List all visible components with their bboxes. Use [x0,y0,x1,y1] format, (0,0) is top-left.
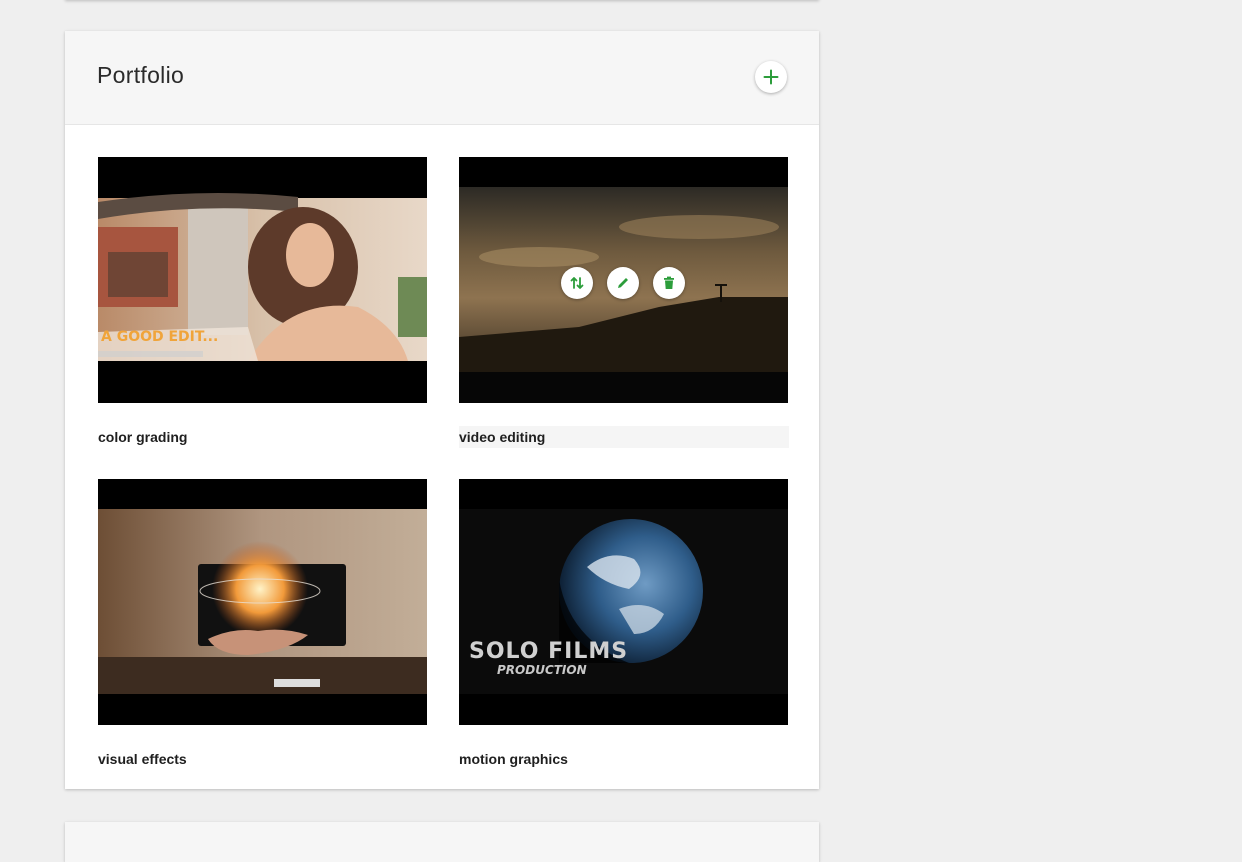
thumbnail-video-editing[interactable] [459,157,788,403]
portfolio-item-color-grading[interactable]: A GOOD EDIT... color grading [98,157,428,445]
reorder-icon [570,277,584,289]
item-caption: visual effects [98,751,187,767]
portfolio-title: Portfolio [97,62,185,88]
thumbnail-motion-graphics[interactable]: SOLO FILMS PRODUCTION [459,479,788,725]
plus-icon [763,69,779,85]
delete-icon [664,276,674,289]
thumbnail-color-grading[interactable]: A GOOD EDIT... [98,157,427,403]
portfolio-item-motion-graphics[interactable]: SOLO FILMS PRODUCTION motion graphics [459,479,789,767]
add-portfolio-item-button[interactable] [755,61,787,93]
thumbnail-caption-text: A GOOD EDIT... [101,329,219,345]
item-action-bar [561,267,691,299]
reorder-button[interactable] [561,267,593,299]
thumbnail-subtitle-text: PRODUCTION [497,663,587,677]
item-caption: motion graphics [459,751,568,767]
portfolio-card: Portfolio A GOOD EDIT... color grading v… [65,31,819,789]
portfolio-item-video-editing[interactable]: video editing [459,157,789,448]
portfolio-header: Portfolio [65,31,819,125]
edit-icon [618,278,628,288]
edit-button[interactable] [607,267,639,299]
item-caption: color grading [98,429,188,445]
portfolio-item-visual-effects[interactable]: visual effects [98,479,428,767]
next-card [65,822,819,862]
thumbnail-title-text: SOLO FILMS [469,639,629,664]
item-caption: video editing [459,426,789,448]
delete-button[interactable] [653,267,685,299]
thumbnail-visual-effects[interactable] [98,479,427,725]
